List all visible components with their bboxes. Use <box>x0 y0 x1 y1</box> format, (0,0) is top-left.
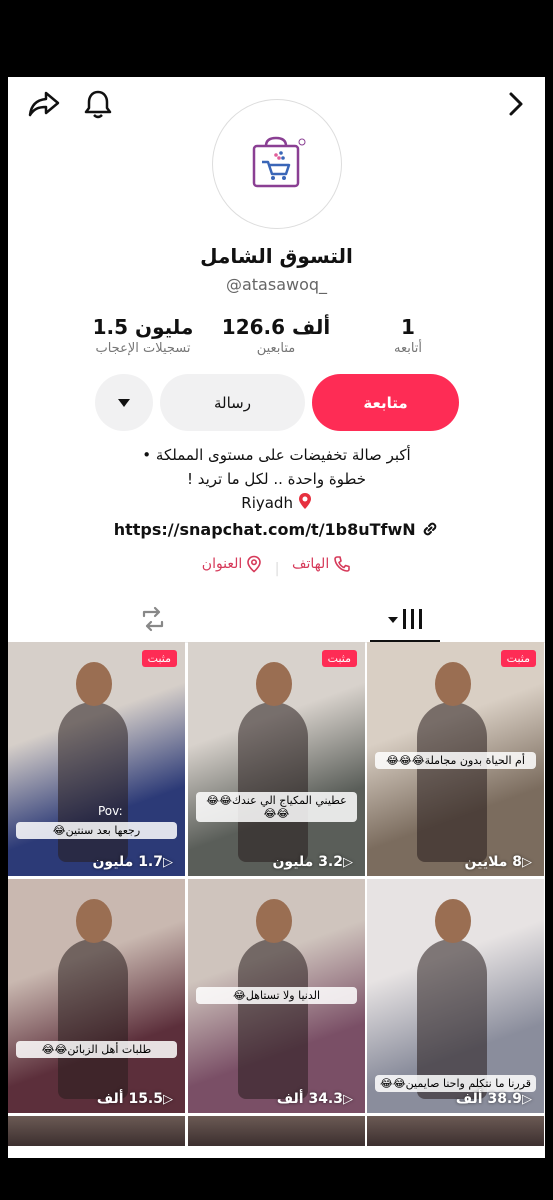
likes-label: تسجيلات الإعجاب <box>95 341 191 356</box>
phone-link[interactable]: الهاتف <box>292 555 351 573</box>
video-figure-head <box>435 899 471 943</box>
suggested-accounts-button[interactable] <box>95 374 153 431</box>
following-label: أتابعه <box>393 341 423 356</box>
caret-down-icon <box>118 398 130 407</box>
notification-bell-button[interactable] <box>78 84 118 124</box>
contact-links: الهاتف | العنوان <box>8 555 545 577</box>
bio: أكبر صالة تخفيضات على مستوى المملكة • خط… <box>8 443 545 515</box>
phone-label: الهاتف <box>291 556 330 572</box>
video-figure <box>238 702 308 862</box>
link-icon <box>423 522 437 536</box>
video-grid: مثبت أم الحياة بدون مجاملة😂😂😂 ▷8 ملايين مثب… <box>8 642 545 1158</box>
content-tabs <box>8 597 545 643</box>
address-label: العنوان <box>201 556 243 572</box>
play-icon: ▷ <box>163 1092 173 1107</box>
display-name: التسوق الشامل <box>200 244 353 268</box>
location-text: Riyadh <box>241 494 293 512</box>
tab-videos[interactable] <box>370 597 440 642</box>
view-count: ▷8 ملايين <box>367 854 536 870</box>
play-icon: ▷ <box>343 855 353 870</box>
video-figure <box>58 939 128 1099</box>
video-figure-head <box>256 662 292 706</box>
video-caption: الدنيا ولا تستاهل😂 <box>196 987 357 1004</box>
followers-label: متابعين <box>256 341 296 356</box>
video-caption: قررنا ما نتكلم واحنا صايمين😂😂 <box>375 1075 536 1092</box>
pinned-badge: مثبت <box>500 650 536 667</box>
view-count-text: 1.7 مليون <box>92 854 163 870</box>
avatar[interactable] <box>212 99 342 229</box>
play-icon: ▷ <box>522 855 532 870</box>
bell-icon <box>84 90 112 119</box>
video-caption-prefix: Pov: <box>98 804 123 818</box>
video-grid-icon <box>388 609 422 629</box>
view-count: ▷38.9 ألف <box>367 1091 536 1107</box>
back-button[interactable] <box>496 84 536 124</box>
video-figure <box>238 939 308 1099</box>
video-thumbnail[interactable]: طلبات أهل الزبائن😂😂 ▷15.5 ألف <box>8 879 185 1113</box>
tab-reposts[interactable] <box>118 597 188 641</box>
message-button[interactable]: رسالة <box>160 374 305 431</box>
following-count: 1 <box>401 315 415 339</box>
pinned-badge: مثبت <box>321 650 357 667</box>
play-icon: ▷ <box>163 855 173 870</box>
video-caption: رجعها بعد سنتين😂 <box>16 822 177 839</box>
video-figure-head <box>256 899 292 943</box>
following-stat[interactable]: 1 أتابعه <box>333 315 483 356</box>
video-figure-head <box>435 662 471 706</box>
share-button[interactable] <box>24 84 64 124</box>
video-thumbnail[interactable]: قررنا ما نتكلم واحنا صايمين😂😂 ▷38.9 ألف <box>367 879 544 1113</box>
view-count-text: 15.5 ألف <box>96 1091 163 1107</box>
video-thumbnail[interactable] <box>8 1116 185 1146</box>
video-thumbnail[interactable]: مثبت أم الحياة بدون مجاملة😂😂😂 ▷8 ملايين <box>367 642 544 876</box>
video-thumbnail[interactable] <box>367 1116 544 1146</box>
video-thumbnail[interactable]: مثبت Pov: رجعها بعد سنتين😂 ▷1.7 مليون <box>8 642 185 876</box>
video-figure-head <box>76 899 112 943</box>
view-count: ▷3.2 مليون <box>188 854 357 870</box>
followers-stat[interactable]: 126.6 ألف متابعين <box>201 315 351 356</box>
bio-line-1: أكبر صالة تخفيضات على مستوى المملكة • <box>142 446 411 464</box>
shopping-bag-logo <box>252 136 306 188</box>
video-thumbnail[interactable]: الدنيا ولا تستاهل😂 ▷34.3 ألف <box>188 879 365 1113</box>
username: @atasawoq_ <box>225 275 328 294</box>
likes-count: 1.5 مليون <box>92 315 194 339</box>
view-count: ▷15.5 ألف <box>8 1091 177 1107</box>
pinned-badge: مثبت <box>141 650 177 667</box>
share-icon <box>28 91 60 117</box>
play-icon: ▷ <box>343 1092 353 1107</box>
pin-icon <box>298 493 311 509</box>
video-figure <box>417 702 487 862</box>
stats-row: 1 أتابعه 126.6 ألف متابعين 1.5 مليون تسج… <box>8 315 545 365</box>
video-thumbnail[interactable]: مثبت عطيني المكياج الي عندك😂😂😂😂 ▷3.2 مليون <box>188 642 365 876</box>
followers-count: 126.6 ألف <box>221 315 331 339</box>
video-caption: أم الحياة بدون مجاملة😂😂😂 <box>375 752 536 769</box>
video-caption: عطيني المكياج الي عندك😂😂😂😂 <box>196 792 357 822</box>
view-count-text: 8 ملايين <box>464 854 523 870</box>
bio-line-2: خطوة واحدة .. لكل ما تريد ! <box>186 470 367 488</box>
view-count-text: 38.9 ألف <box>455 1091 522 1107</box>
play-icon: ▷ <box>522 1092 532 1107</box>
address-link[interactable]: العنوان <box>202 555 263 573</box>
follow-button[interactable]: متابعة <box>312 374 459 431</box>
view-count: ▷34.3 ألف <box>188 1091 357 1107</box>
view-count-text: 34.3 ألف <box>276 1091 343 1107</box>
bio-location: Riyadh <box>8 491 545 515</box>
view-count-text: 3.2 مليون <box>272 854 343 870</box>
profile-screen: التسوق الشامل @atasawoq_ 1 أتابعه 126.6 … <box>8 77 545 1158</box>
repost-icon <box>142 606 164 632</box>
phone-icon <box>334 556 351 572</box>
likes-stat: 1.5 مليون تسجيلات الإعجاب <box>68 315 218 356</box>
view-count: ▷1.7 مليون <box>8 854 177 870</box>
video-thumbnail[interactable] <box>188 1116 365 1146</box>
contact-separator: | <box>274 561 280 577</box>
bio-link-text: https://snapchat.com/t/1b8uTfwN <box>113 520 416 539</box>
bio-link[interactable]: https://snapchat.com/t/1b8uTfwN <box>8 520 545 539</box>
location-icon <box>247 555 262 573</box>
video-figure-head <box>76 662 112 706</box>
video-caption: طلبات أهل الزبائن😂😂 <box>16 1041 177 1058</box>
chevron-right-icon <box>509 92 523 116</box>
